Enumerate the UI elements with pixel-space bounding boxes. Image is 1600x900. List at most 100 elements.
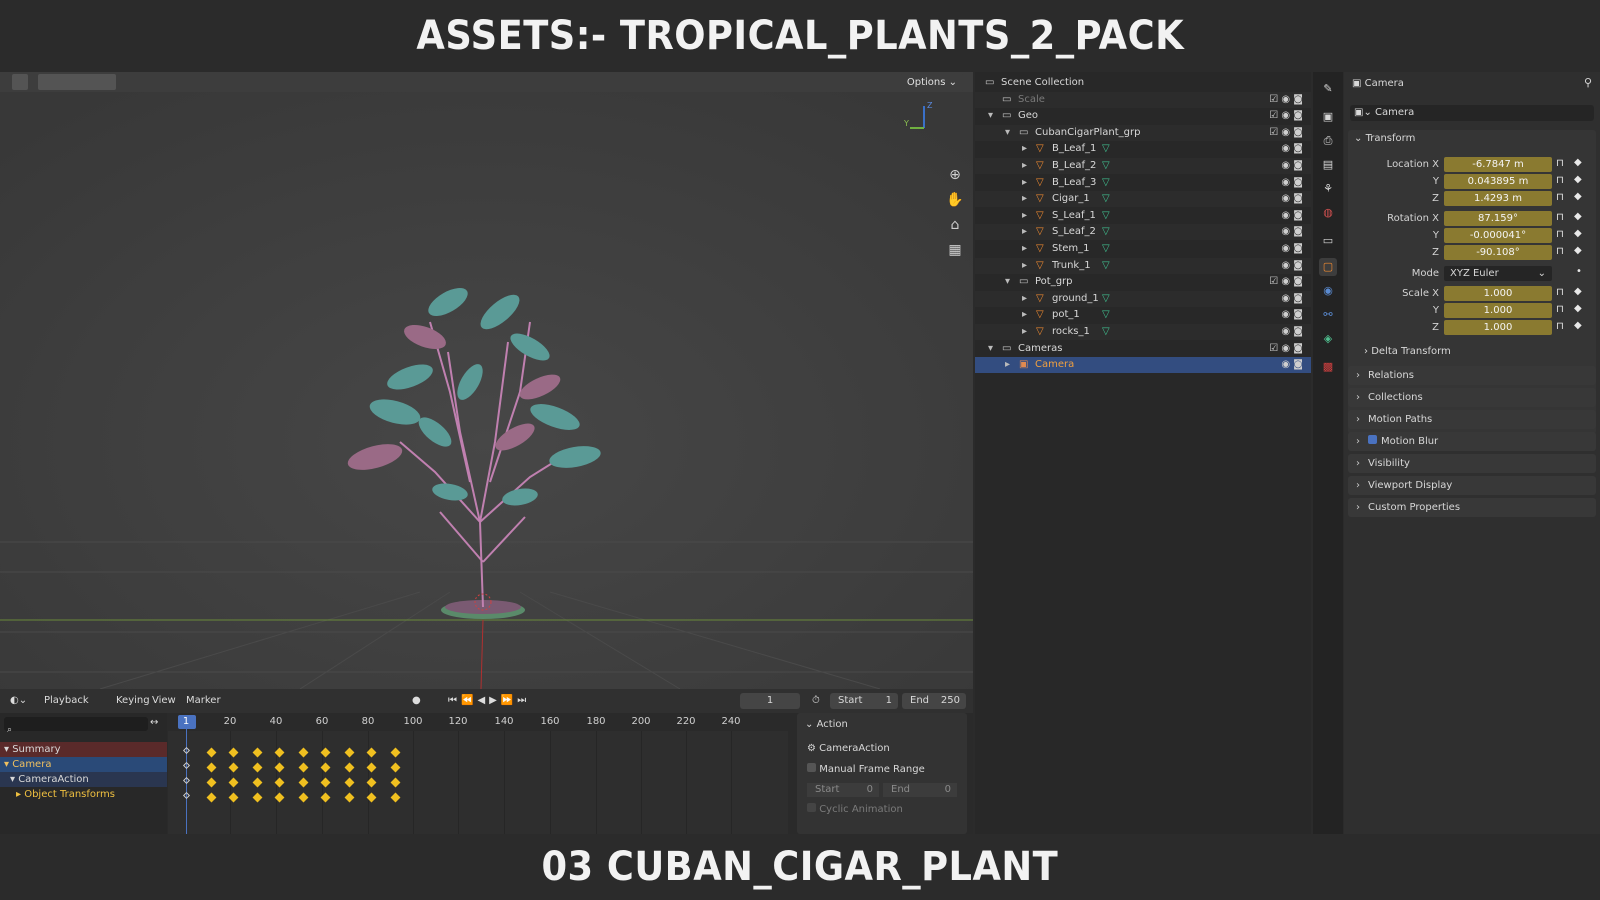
visibility-toggles[interactable]: ◉ ◙ [1281, 191, 1303, 207]
outliner-row[interactable]: ▸ ▽ B_Leaf_2 ▽ ◉ ◙ [975, 158, 1311, 174]
scale-x-field[interactable]: 1.000 [1444, 286, 1552, 301]
physics-tab-icon[interactable]: ◉ [1319, 282, 1337, 300]
keyframe-icon[interactable]: ◆ [1574, 157, 1582, 168]
keyframe-start[interactable] [182, 746, 191, 755]
3d-viewport[interactable]: Options ⌄ Z Y ⊕ ✋ ⌂ ▦ [0, 72, 973, 689]
section-custom-properties[interactable]: › Custom Properties [1348, 498, 1596, 517]
swap-icon[interactable]: ↔ [150, 717, 164, 731]
tool-tab-icon[interactable]: ✎ [1319, 80, 1337, 98]
lock-icon[interactable]: ⊓ [1556, 158, 1564, 169]
visibility-toggles[interactable]: ◉ ◙ [1281, 324, 1303, 340]
expand-chevron-icon[interactable]: ▸ [1022, 258, 1027, 274]
transform-title[interactable]: ⌄ Transform [1354, 133, 1415, 144]
mode-dropdown[interactable]: XYZ Euler ⌄ [1444, 266, 1552, 281]
keyframe[interactable] [252, 747, 263, 758]
lock-icon[interactable]: ⊓ [1556, 229, 1564, 240]
keyframe[interactable] [298, 792, 309, 803]
expand-chevron-icon[interactable]: ▾ [988, 341, 993, 357]
keyframe[interactable] [344, 762, 355, 773]
menu-playback[interactable]: Playback [44, 695, 89, 706]
mesh-data-icon[interactable]: ▽ [1102, 141, 1110, 157]
mesh-data-icon[interactable]: ▽ [1102, 241, 1110, 257]
outliner-row[interactable]: ▭ Scene Collection [975, 75, 1311, 91]
rotation-x-field[interactable]: 87.159° [1444, 211, 1552, 226]
start-frame-field[interactable]: Start 1 [830, 693, 898, 709]
outliner-row[interactable]: ▸ ▽ B_Leaf_1 ▽ ◉ ◙ [975, 141, 1311, 157]
expand-chevron-icon[interactable]: ▸ [1022, 141, 1027, 157]
lock-icon[interactable]: ⊓ [1556, 212, 1564, 223]
visibility-toggles[interactable]: ◉ ◙ [1281, 241, 1303, 257]
section-visibility[interactable]: › Visibility [1348, 454, 1596, 473]
outliner-row[interactable]: ▾ ▭ Geo ☑ ◉ ◙ [975, 108, 1311, 124]
rotation-z-field[interactable]: -90.108° [1444, 245, 1552, 260]
scale-y-field[interactable]: 1.000 [1444, 303, 1552, 318]
outliner-row[interactable]: ▸ ▽ rocks_1 ▽ ◉ ◙ [975, 324, 1311, 340]
end-frame-field[interactable]: End 250 [902, 693, 966, 709]
visibility-toggles[interactable]: ◉ ◙ [1281, 141, 1303, 157]
outliner-row[interactable]: ▸ ▽ S_Leaf_1 ▽ ◉ ◙ [975, 208, 1311, 224]
keyframe-icon[interactable]: ◆ [1574, 211, 1582, 222]
data-tab-icon[interactable]: ◈ [1319, 330, 1337, 348]
keyframe-start[interactable] [182, 791, 191, 800]
outliner-row[interactable]: ▸ ▣ Camera ◉ ◙ [975, 357, 1311, 374]
keyframe[interactable] [252, 777, 263, 788]
pin-icon[interactable]: ⚲ [1584, 76, 1592, 89]
expand-chevron-icon[interactable]: ▸ [1022, 191, 1027, 207]
menu-view[interactable]: View [152, 695, 176, 706]
channel-camera[interactable]: ▾ Camera [0, 757, 167, 772]
keyframe[interactable] [206, 792, 217, 803]
current-frame-field[interactable]: 1 [740, 693, 800, 709]
outliner-row[interactable]: ▸ ▽ B_Leaf_3 ▽ ◉ ◙ [975, 175, 1311, 191]
section-viewport-display[interactable]: › Viewport Display [1348, 476, 1596, 495]
decorator-dot-icon[interactable]: • [1576, 266, 1582, 277]
outliner-row[interactable]: ▾ ▭ CubanCigarPlant_grp ☑ ◉ ◙ [975, 124, 1311, 141]
object-name-field[interactable]: ▣⌄ Camera [1350, 105, 1594, 121]
lock-icon[interactable]: ⊓ [1556, 287, 1564, 298]
section-motion-paths[interactable]: › Motion Paths [1348, 410, 1596, 429]
view-layer-tab-icon[interactable]: ▤ [1319, 156, 1337, 174]
options-dropdown[interactable]: Options ⌄ [898, 74, 965, 91]
visibility-toggles[interactable]: ◉ ◙ [1281, 208, 1303, 224]
keyframe-icon[interactable]: ◆ [1574, 245, 1582, 256]
action-start-field[interactable]: Start 0 [807, 783, 879, 797]
expand-chevron-icon[interactable]: ▸ [1022, 208, 1027, 224]
expand-chevron-icon[interactable]: ▾ [1005, 125, 1010, 141]
section-relations[interactable]: › Relations [1348, 366, 1596, 385]
outliner-row[interactable]: ▸ ▽ Trunk_1 ▽ ◉ ◙ [975, 257, 1311, 274]
outliner-row[interactable]: ▭ Scale ☑ ◉ ◙ [975, 91, 1311, 108]
visibility-toggles[interactable]: ☑ ◉ ◙ [1269, 108, 1303, 124]
lock-icon[interactable]: ⊓ [1556, 192, 1564, 203]
expand-chevron-icon[interactable]: ▸ [1022, 241, 1027, 257]
axis-gizmo-icon[interactable]: Z Y [900, 100, 940, 136]
expand-chevron-icon[interactable]: ▾ [1005, 274, 1010, 290]
visibility-toggles[interactable]: ◉ ◙ [1281, 158, 1303, 174]
keyframe[interactable] [252, 792, 263, 803]
keyframe[interactable] [390, 747, 401, 758]
keyframe-icon[interactable]: ◆ [1574, 191, 1582, 202]
outliner-row[interactable]: ▸ ▽ Cigar_1 ▽ ◉ ◙ [975, 191, 1311, 208]
mesh-data-icon[interactable]: ▽ [1102, 191, 1110, 207]
lock-icon[interactable]: ⊓ [1556, 175, 1564, 186]
cyclic-animation-checkbox[interactable]: Cyclic Animation [807, 803, 903, 815]
keyframe-start[interactable] [182, 776, 191, 785]
menu-keying[interactable]: Keying [116, 695, 150, 706]
keyframe-icon[interactable]: ◆ [1574, 286, 1582, 297]
hand-icon[interactable]: ✋ [944, 189, 966, 211]
keyframe-icon[interactable]: ◆ [1574, 320, 1582, 331]
mesh-data-icon[interactable]: ▽ [1102, 291, 1110, 307]
timeline-editor[interactable]: ◐⌄ Playback Keying View Marker ● ⏮⏪◀▶⏩⏭ … [0, 689, 973, 834]
outliner-row[interactable]: ▸ ▽ Stem_1 ▽ ◉ ◙ [975, 241, 1311, 257]
record-icon[interactable]: ● [412, 695, 421, 706]
expand-chevron-icon[interactable]: ▾ [988, 108, 993, 124]
visibility-toggles[interactable]: ◉ ◙ [1281, 307, 1303, 323]
collection-tab-icon[interactable]: ▭ [1319, 232, 1337, 250]
render-tab-icon[interactable]: ▣ [1319, 108, 1337, 126]
visibility-toggles[interactable]: ☑ ◉ ◙ [1269, 125, 1303, 141]
keyframe[interactable] [390, 792, 401, 803]
motion-blur-checkbox[interactable] [1368, 435, 1377, 444]
keyframe-icon[interactable]: ◆ [1574, 228, 1582, 239]
expand-chevron-icon[interactable]: ▸ [1022, 307, 1027, 323]
channel-object-transforms[interactable]: ▸ Object Transforms [0, 787, 167, 802]
keyframe[interactable] [298, 762, 309, 773]
keyframe[interactable] [206, 762, 217, 773]
